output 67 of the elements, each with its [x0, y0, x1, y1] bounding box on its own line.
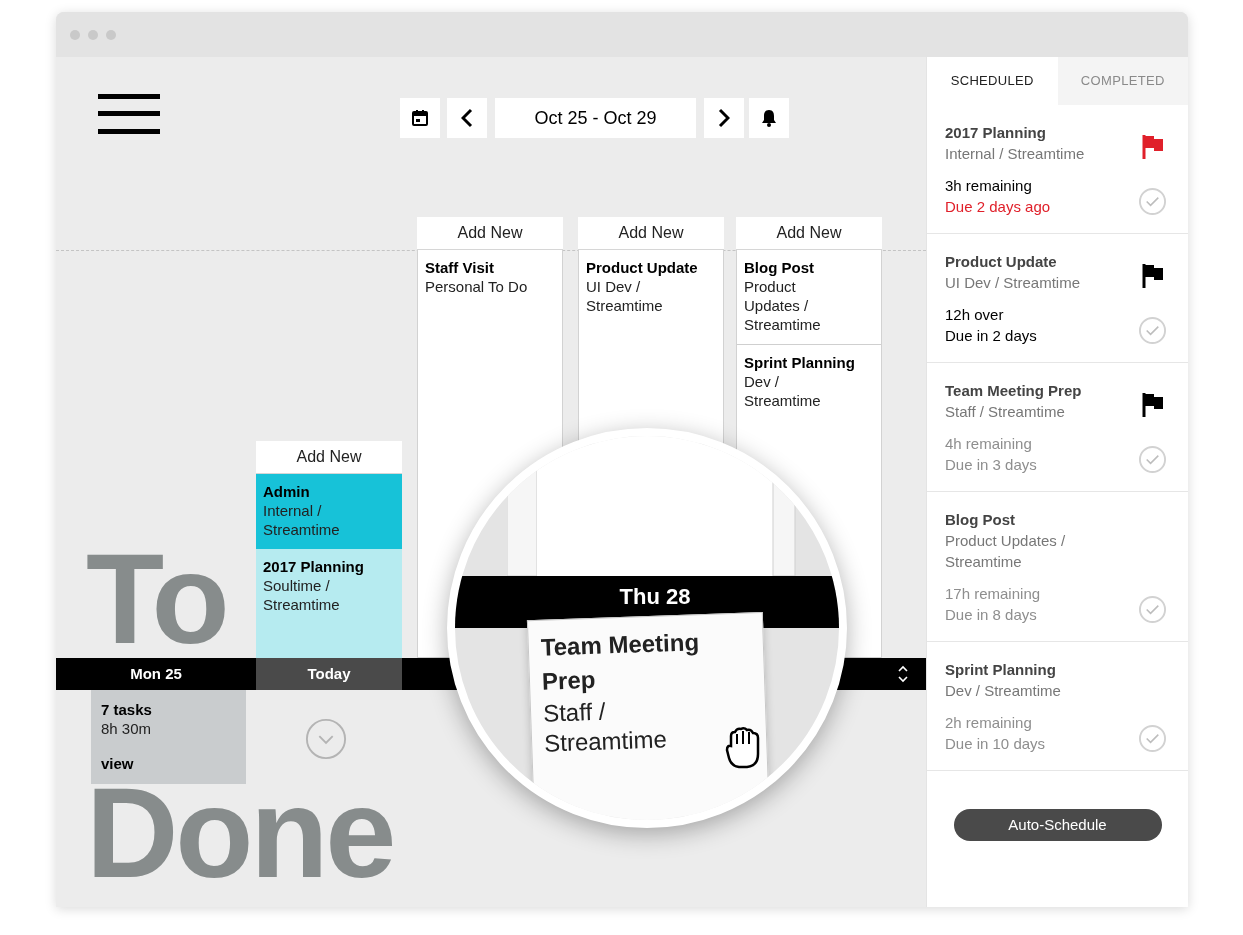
- task-item[interactable]: Team Meeting Prep Staff / Streamtime 4h remaining Due in 3 days: [927, 363, 1188, 492]
- next-button[interactable]: [704, 98, 744, 138]
- flag-icon[interactable]: [1142, 392, 1164, 418]
- notifications-button[interactable]: [749, 98, 789, 138]
- task-title: Sprint Planning: [945, 660, 1057, 680]
- day-tab[interactable]: Today: [256, 658, 402, 690]
- task-item[interactable]: Sprint Planning Dev / Streamtime 2h remaining Due in 10 days: [927, 642, 1188, 771]
- card-title: Staff Visit: [425, 258, 495, 277]
- card-title: Sprint Planning: [744, 353, 856, 372]
- card-title: 2017 Planning: [263, 557, 365, 576]
- time-status: 3h remaining: [945, 176, 1032, 196]
- card-subtitle: Dev / Streamtime: [744, 372, 822, 410]
- task-subtitle: UI Dev / Streamtime: [945, 273, 1082, 293]
- previous-button[interactable]: [447, 98, 487, 138]
- task-item[interactable]: Product Update UI Dev / Streamtime 12h over Due in 2 days: [927, 234, 1188, 363]
- due-date: Due in 3 days: [945, 455, 1037, 475]
- sort-icon[interactable]: [898, 665, 908, 683]
- time-status: 17h remaining: [945, 584, 1041, 604]
- task-count: 7 tasks: [101, 700, 153, 719]
- task-subtitle: Dev / Streamtime: [945, 681, 1062, 701]
- task-subtitle: Internal / Streamtime: [945, 144, 1086, 164]
- add-new-button[interactable]: Add New: [417, 217, 563, 250]
- task-card[interactable]: 2017 Planning Soultime / Streamtime: [256, 549, 402, 658]
- hours-total: 8h 30m: [101, 719, 153, 738]
- add-new-button[interactable]: Add New: [578, 217, 724, 250]
- time-status: 2h remaining: [945, 713, 1032, 733]
- complete-check-icon[interactable]: [1138, 316, 1167, 345]
- card-title: Admin: [263, 482, 311, 501]
- task-item[interactable]: 2017 Planning Internal / Streamtime 3h remaining Due 2 days ago: [927, 105, 1188, 234]
- calendar-icon: [411, 109, 429, 127]
- add-new-button[interactable]: Add New: [736, 217, 882, 250]
- chevron-right-icon: [718, 108, 730, 128]
- card-subtitle: Internal / Streamtime: [263, 501, 341, 539]
- calendar-button[interactable]: [400, 98, 440, 138]
- date-range: Oct 25 - Oct 29: [495, 98, 696, 138]
- chevron-left-icon: [461, 108, 473, 128]
- task-title: Product Update: [945, 252, 1058, 272]
- card-subtitle: Personal To Do: [425, 277, 529, 296]
- time-status: 4h remaining: [945, 434, 1032, 454]
- due-date: Due in 2 days: [945, 326, 1037, 346]
- card-subtitle: Soultime / Streamtime: [263, 576, 341, 614]
- task-item[interactable]: Blog Post Product Updates / Streamtime 17h remaining Due in 8 days: [927, 492, 1188, 642]
- auto-schedule-button[interactable]: Auto-Schedule: [953, 809, 1162, 841]
- task-subtitle: Product Updates / Streamtime: [945, 531, 1067, 572]
- due-date: Due in 10 days: [945, 734, 1046, 754]
- day-label: Thu 28: [619, 586, 691, 608]
- time-status: 12h over: [945, 305, 1004, 325]
- card-subtitle: Staff / Streamtime: [542, 696, 669, 759]
- menu-icon[interactable]: [98, 94, 160, 134]
- card-subtitle: Product Updates / Streamtime: [744, 277, 822, 334]
- card-subtitle: UI Dev / Streamtime: [586, 277, 664, 315]
- add-new-button[interactable]: Add New: [256, 441, 402, 474]
- task-subtitle: Staff / Streamtime: [945, 402, 1066, 422]
- due-date: Due in 8 days: [945, 605, 1037, 625]
- complete-check-icon[interactable]: [1138, 595, 1167, 624]
- task-title: Team Meeting Prep: [945, 381, 1083, 401]
- task-card[interactable]: Admin Internal / Streamtime: [256, 474, 402, 549]
- card-title: Blog Post: [744, 258, 815, 277]
- task-title: Blog Post: [945, 510, 1016, 530]
- complete-check-icon[interactable]: [1138, 445, 1167, 474]
- due-date: Due 2 days ago: [945, 197, 1051, 217]
- complete-check-icon[interactable]: [1138, 724, 1167, 753]
- complete-check-icon[interactable]: [1138, 187, 1167, 216]
- flag-icon[interactable]: [1142, 263, 1164, 289]
- task-title: 2017 Planning: [945, 123, 1047, 143]
- bell-icon: [761, 109, 777, 127]
- card-title: Product Update: [586, 258, 699, 277]
